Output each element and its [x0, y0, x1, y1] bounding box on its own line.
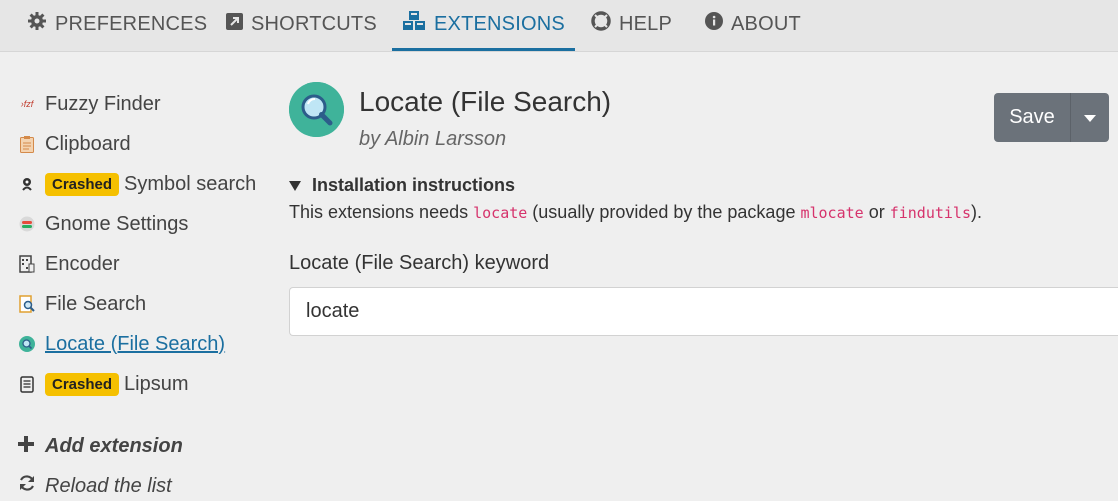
clipboard-icon — [18, 135, 36, 153]
code-mlocate: mlocate — [800, 204, 864, 222]
save-dropdown-toggle[interactable] — [1070, 93, 1109, 142]
external-link-icon — [226, 12, 243, 36]
extension-author: by Albin Larsson — [359, 128, 507, 150]
install-text-part: ). — [970, 202, 982, 222]
extensions-sidebar: ›fzf Fuzzy Finder Clipboard Crashed Symb… — [0, 52, 270, 501]
sidebar-item-fuzzy-finder[interactable]: ›fzf Fuzzy Finder — [18, 88, 161, 120]
installation-instructions-toggle[interactable]: Installation instructions — [289, 175, 515, 196]
reload-list-label: Reload the list — [45, 474, 172, 497]
sidebar-item-encoder[interactable]: Encoder — [18, 248, 120, 280]
sidebar-item-clipboard[interactable]: Clipboard — [18, 128, 131, 160]
plus-icon — [18, 435, 36, 458]
lifebuoy-icon — [591, 11, 611, 37]
sidebar-item-symbol-search[interactable]: Crashed Symbol search — [18, 168, 256, 200]
extension-detail: Locate (File Search) by Albin Larsson Sa… — [289, 52, 1118, 501]
install-text-part: This extensions needs — [289, 202, 474, 222]
sidebar-item-lipsum[interactable]: Crashed Lipsum — [18, 368, 189, 400]
locate-icon — [18, 335, 36, 353]
add-extension-label: Add extension — [45, 434, 183, 457]
save-button[interactable]: Save — [994, 93, 1070, 142]
sidebar-item-label: Locate (File Search) — [45, 332, 226, 355]
gnome-settings-icon — [18, 215, 36, 233]
sidebar-item-label: Gnome Settings — [45, 212, 189, 235]
sidebar-item-locate[interactable]: Locate (File Search) — [18, 328, 225, 360]
installation-heading: Installation instructions — [312, 175, 516, 195]
info-icon — [705, 12, 723, 36]
extension-logo — [289, 82, 344, 137]
sidebar-item-file-search[interactable]: File Search — [18, 288, 146, 320]
save-button-group: Save — [994, 93, 1109, 142]
sidebar-item-label: Symbol search — [124, 172, 257, 195]
gear-icon — [27, 11, 47, 37]
crashed-badge: Crashed — [45, 172, 120, 196]
tab-help[interactable]: HELP — [591, 0, 672, 48]
sidebar-item-label: File Search — [45, 292, 147, 315]
extension-title: Locate (File Search) — [359, 86, 612, 117]
crashed-badge: Crashed — [45, 372, 120, 396]
add-extension-link[interactable]: Add extension — [18, 431, 183, 461]
caret-down-icon — [1084, 110, 1096, 125]
fzf-icon: ›fzf — [20, 99, 34, 109]
tab-about[interactable]: ABOUT — [705, 0, 801, 48]
sidebar-item-gnome-settings[interactable]: Gnome Settings — [18, 208, 188, 240]
installation-text: This extensions needs locate (usually pr… — [289, 202, 982, 223]
tab-shortcuts[interactable]: SHORTCUTS — [226, 0, 377, 48]
tab-label: HELP — [619, 12, 673, 35]
code-locate: locate — [473, 204, 528, 222]
lipsum-icon — [18, 375, 36, 393]
sidebar-item-label: Lipsum — [124, 372, 189, 395]
install-text-part: or — [863, 202, 890, 222]
tab-label: ABOUT — [731, 12, 801, 35]
tab-extensions[interactable]: EXTENSIONS — [392, 0, 575, 51]
disclosure-triangle-icon — [289, 175, 301, 196]
tab-preferences[interactable]: PREFERENCES — [27, 0, 207, 48]
symbol-search-icon — [18, 175, 36, 193]
sidebar-item-label: Encoder — [45, 252, 120, 275]
tab-label: EXTENSIONS — [434, 12, 565, 35]
file-search-icon — [18, 295, 36, 313]
refresh-icon — [18, 474, 36, 498]
tab-label: SHORTCUTS — [251, 12, 377, 35]
top-nav: PREFERENCES SHORTCUTS EXTENSIONS HELP AB… — [0, 0, 1118, 52]
cubes-icon — [402, 11, 426, 37]
code-findutils: findutils — [889, 204, 971, 222]
encoder-icon — [18, 255, 36, 273]
keyword-label: Locate (File Search) keyword — [289, 252, 550, 274]
sidebar-item-label: Clipboard — [45, 132, 131, 155]
sidebar-item-label: Fuzzy Finder — [45, 92, 161, 115]
install-text-part: (usually provided by the package — [527, 202, 801, 222]
tab-label: PREFERENCES — [55, 12, 208, 35]
keyword-input[interactable] — [289, 287, 1118, 336]
reload-list-link[interactable]: Reload the list — [18, 471, 172, 501]
